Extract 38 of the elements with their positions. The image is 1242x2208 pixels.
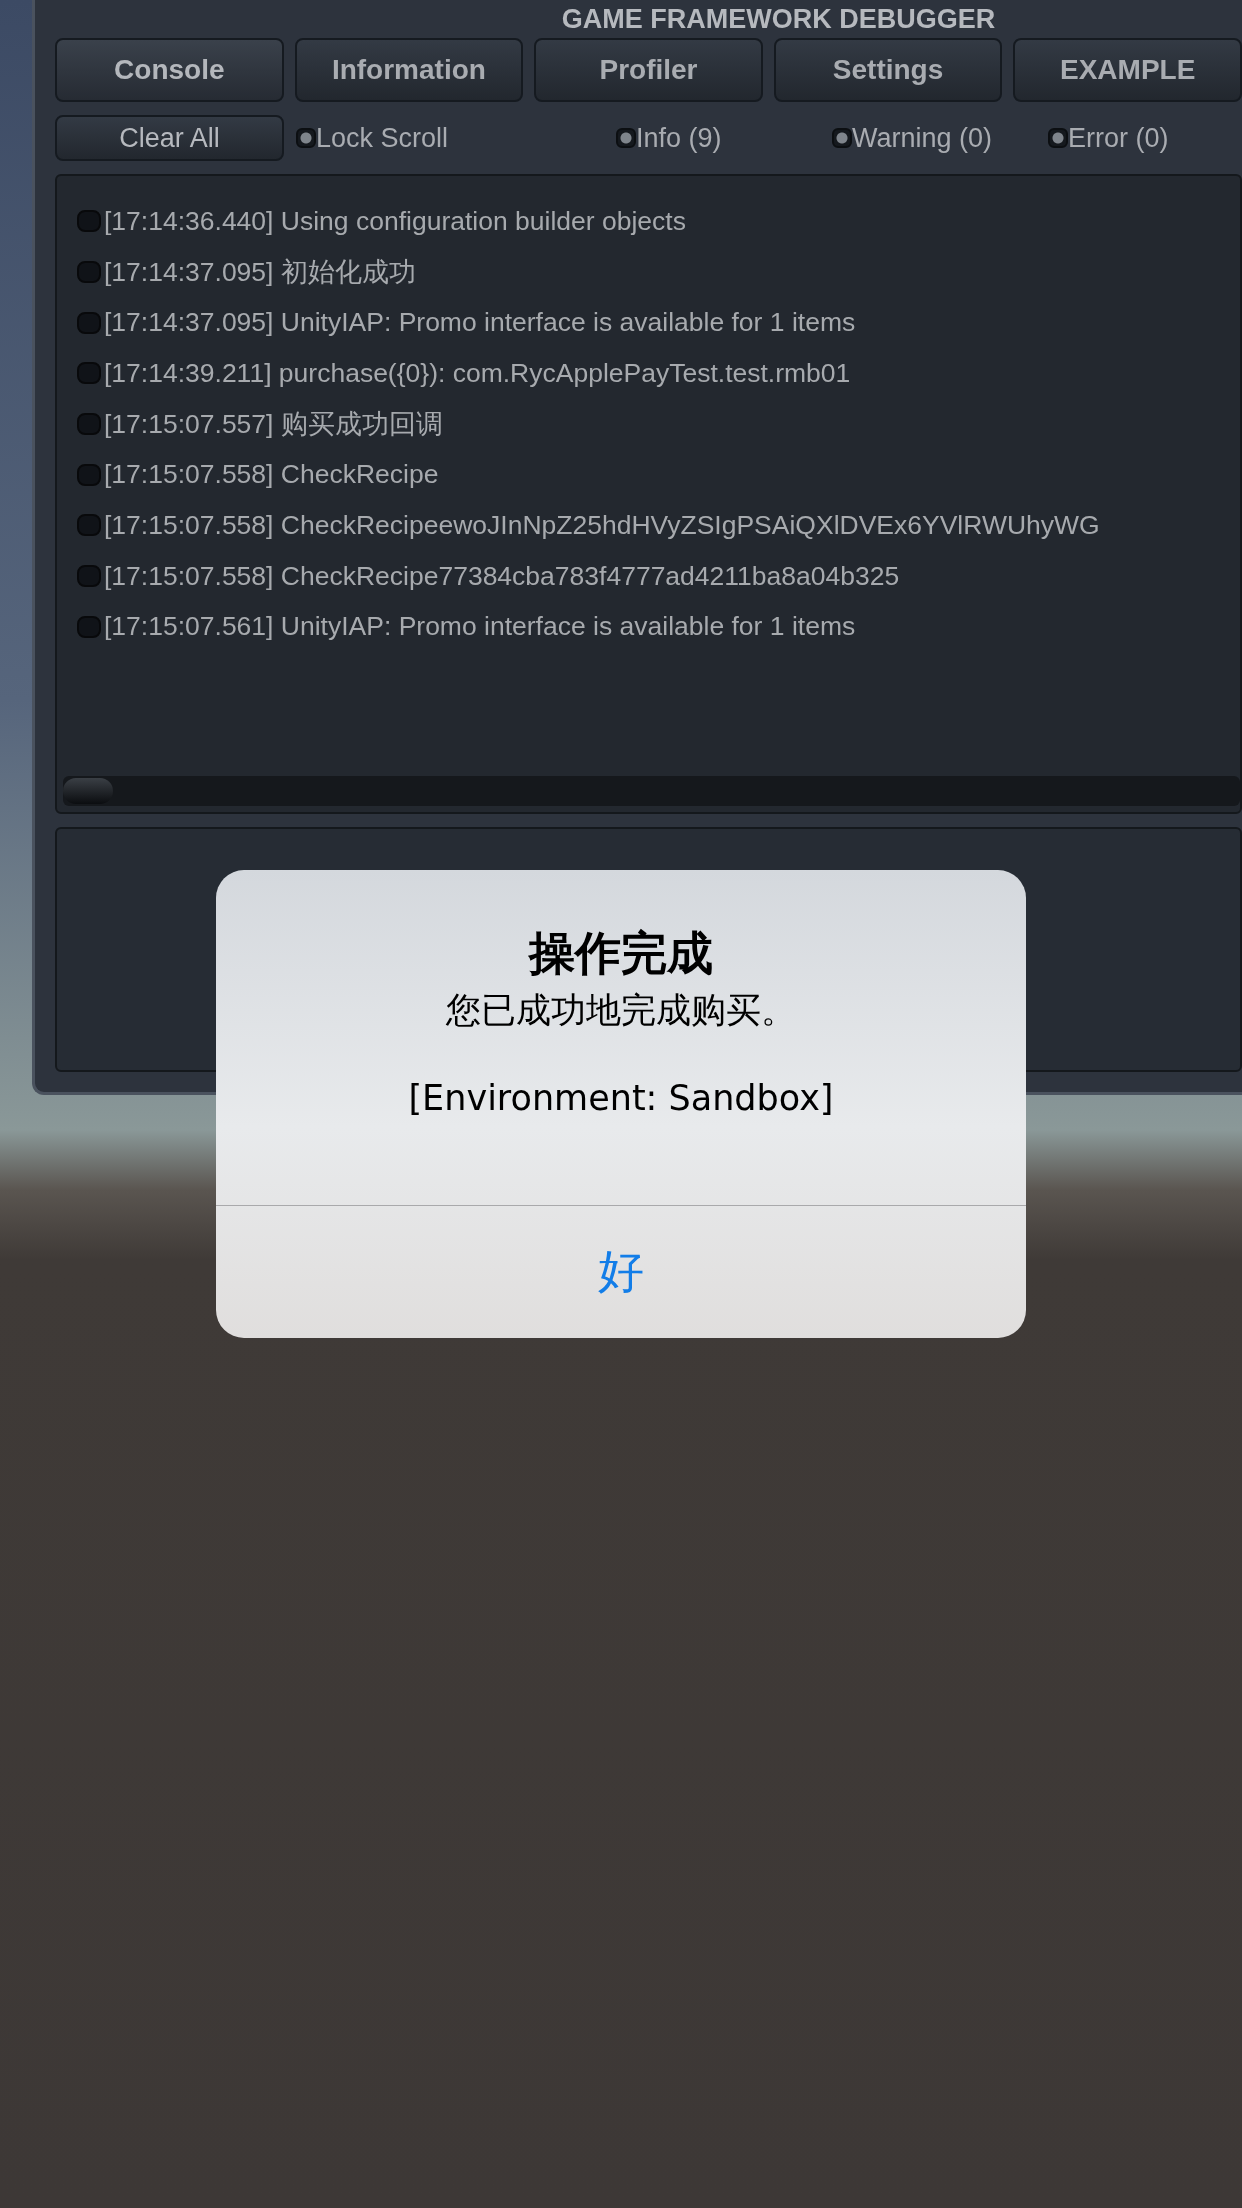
log-entry[interactable]: [17:15:07.557] 购买成功回调: [104, 406, 443, 443]
window-title: GAME FRAMEWORK DEBUGGER: [560, 3, 997, 36]
toggle-checkbox[interactable]: [1048, 128, 1068, 148]
log-entry[interactable]: [17:14:37.095] 初始化成功: [104, 254, 416, 291]
log-entry[interactable]: [17:15:07.558] CheckRecipe77384cba783f4777ad4211ba8a04b325: [104, 560, 900, 592]
log-toggle[interactable]: [77, 514, 101, 537]
log-toggle[interactable]: [77, 210, 101, 233]
log-entry[interactable]: [17:15:07.558] CheckRecipeewoJInNpZ25hdHVyZSIgPSAiQXlDVEx6YVlRWUhyWG: [104, 509, 1100, 541]
tab[interactable]: Profiler: [534, 38, 763, 102]
log-toggle[interactable]: [77, 261, 101, 284]
tab[interactable]: Console: [55, 38, 284, 102]
log-toggle[interactable]: [77, 615, 101, 638]
alert-title: 操作完成: [529, 926, 713, 982]
scroll-thumb[interactable]: [63, 778, 113, 804]
tab[interactable]: Information: [294, 38, 524, 102]
log-entry[interactable]: [17:15:07.558] CheckRecipe: [104, 459, 439, 491]
log-toggle[interactable]: [77, 362, 101, 385]
toggle-checkbox[interactable]: [832, 128, 852, 148]
toggle-label[interactable]: Lock Scroll: [316, 122, 449, 154]
log-entry[interactable]: [17:14:37.095] UnityIAP: Promo interface is available for 1 items: [104, 307, 856, 339]
alert-detail: [Environment: Sandbox]: [408, 1078, 834, 1119]
log-entry[interactable]: [17:14:39.211] purchase({0}): com.RycApplePayTest.test.rmb01: [104, 357, 851, 389]
toggle-label[interactable]: Error (0): [1068, 122, 1169, 154]
alert-message: 您已成功地完成购买。: [446, 989, 796, 1033]
log-toggle[interactable]: [77, 413, 101, 436]
toggle-checkbox[interactable]: [296, 128, 316, 148]
tab[interactable]: EXAMPLE: [1013, 38, 1242, 102]
toggle-label[interactable]: Warning (0): [852, 122, 993, 154]
toggle-checkbox[interactable]: [616, 128, 636, 148]
tab[interactable]: Settings: [773, 38, 1003, 102]
log-toggle[interactable]: [77, 463, 101, 486]
log-entry[interactable]: [17:14:36.440] Using configuration builder objects: [104, 205, 686, 237]
toggle-label[interactable]: Info (9): [636, 122, 722, 154]
log-entry[interactable]: [17:15:07.561] UnityIAP: Promo interface is available for 1 items: [104, 611, 856, 643]
log-toggle[interactable]: [77, 565, 101, 588]
clear-all-button[interactable]: Clear All: [55, 115, 284, 161]
log-toggle[interactable]: [77, 311, 101, 334]
scrollbar[interactable]: [63, 776, 1240, 806]
